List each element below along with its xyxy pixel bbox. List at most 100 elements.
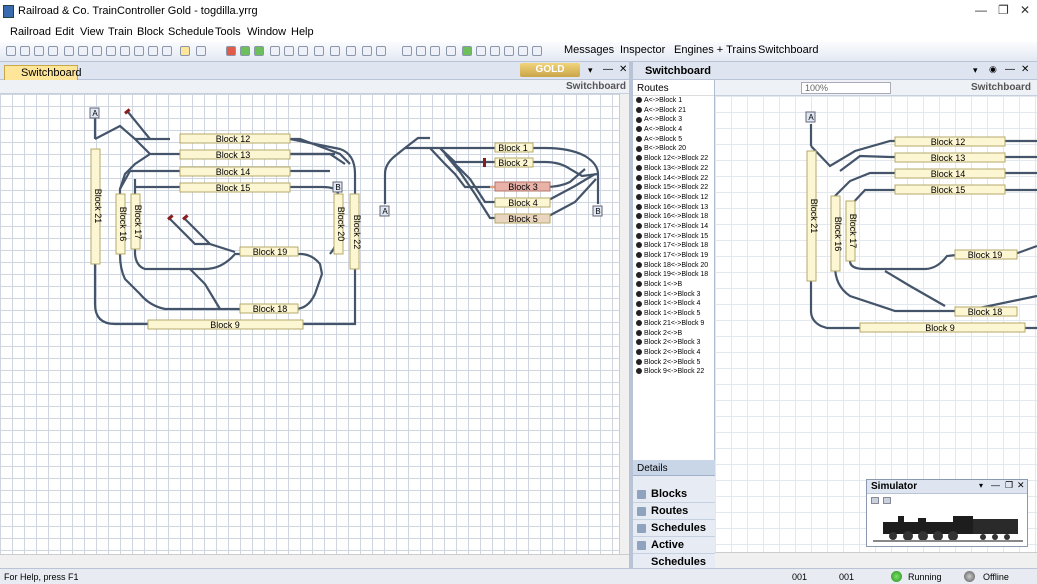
paste-icon[interactable] — [120, 46, 130, 56]
route-item[interactable]: Block 19<->Block 18 — [633, 270, 714, 280]
menu-railroad[interactable]: Railroad — [10, 26, 51, 38]
nav-blocks[interactable]: Blocks — [633, 486, 715, 503]
tool-icon[interactable] — [270, 46, 280, 56]
route-item[interactable]: A<->Block 3 — [633, 115, 714, 125]
close-icon[interactable]: ✕ — [619, 64, 627, 75]
dropdown-icon[interactable]: ▾ — [588, 65, 593, 76]
restore-icon[interactable]: ❐ — [998, 3, 1009, 17]
menu-schedule[interactable]: Schedule — [168, 26, 214, 38]
menu-window[interactable]: Window — [247, 26, 286, 38]
menu-edit[interactable]: Edit — [55, 26, 74, 38]
menu-train[interactable]: Train — [108, 26, 133, 38]
route-item[interactable]: Block 2<->Block 5 — [633, 358, 714, 368]
engines-trains-button[interactable]: Engines + Trains — [674, 44, 756, 56]
tool-icon[interactable] — [314, 46, 324, 56]
inspector-button[interactable]: Inspector — [620, 44, 665, 56]
left-vertical-scrollbar[interactable] — [619, 94, 629, 554]
route-item[interactable]: Block 21<->Block 9 — [633, 319, 714, 329]
route-item[interactable]: Block 1<->Block 3 — [633, 290, 714, 300]
left-horizontal-scrollbar[interactable] — [0, 554, 629, 568]
tool-icon[interactable] — [362, 46, 372, 56]
close-icon[interactable]: ✕ — [1020, 3, 1030, 17]
copy-icon[interactable] — [106, 46, 116, 56]
left-switchboard-canvas[interactable]: Block 12 Block 13 Block 14 Block 15 Bloc… — [0, 94, 629, 554]
delete-icon[interactable] — [134, 46, 144, 56]
route-item[interactable]: Block 16<->Block 12 — [633, 193, 714, 203]
menu-block[interactable]: Block — [137, 26, 164, 38]
route-item[interactable]: Block 17<->Block 15 — [633, 232, 714, 242]
save-icon[interactable] — [34, 46, 44, 56]
route-item[interactable]: A<->Block 4 — [633, 125, 714, 135]
route-item[interactable]: Block 2<->Block 4 — [633, 348, 714, 358]
tool-icon[interactable] — [446, 46, 456, 56]
tool-icon[interactable] — [402, 46, 412, 56]
tool-icon[interactable] — [476, 46, 486, 56]
stop-icon[interactable] — [226, 46, 236, 56]
menu-tools[interactable]: Tools — [215, 26, 241, 38]
cut-icon[interactable] — [92, 46, 102, 56]
pause-icon[interactable] — [883, 497, 891, 504]
tool-icon[interactable] — [284, 46, 294, 56]
tool-icon[interactable] — [196, 46, 206, 56]
tool-icon[interactable] — [504, 46, 514, 56]
route-item[interactable]: Block 1<->Block 4 — [633, 299, 714, 309]
dropdown-icon[interactable]: ▾ — [973, 65, 978, 76]
dropdown-icon[interactable]: ▾ — [979, 481, 983, 490]
tool-icon[interactable] — [254, 46, 264, 56]
tab-switchboard[interactable]: Switchboard — [4, 65, 82, 80]
tool-icon[interactable] — [490, 46, 500, 56]
zoom-select[interactable]: 100% — [801, 82, 891, 94]
minimize-icon[interactable]: — — [603, 64, 613, 75]
tool-icon[interactable] — [532, 46, 542, 56]
tool-icon[interactable] — [162, 46, 172, 56]
route-item[interactable]: Block 2<->B — [633, 329, 714, 339]
tool-icon[interactable] — [518, 46, 528, 56]
print-icon[interactable] — [48, 46, 58, 56]
route-item[interactable]: Block 12<->Block 22 — [633, 154, 714, 164]
tool-icon[interactable] — [346, 46, 356, 56]
tool-icon[interactable] — [462, 46, 472, 56]
go-icon[interactable] — [240, 46, 250, 56]
route-item[interactable]: Block 9<->Block 22 — [633, 367, 714, 377]
nav-routes[interactable]: Routes — [633, 503, 715, 520]
route-item[interactable]: Block 17<->Block 14 — [633, 222, 714, 232]
minimize-icon[interactable]: — — [1005, 64, 1015, 75]
open-icon[interactable] — [20, 46, 30, 56]
tool-icon[interactable] — [330, 46, 340, 56]
route-item[interactable]: B<->Block 20 — [633, 144, 714, 154]
route-item[interactable]: Block 2<->Block 3 — [633, 338, 714, 348]
tool-icon[interactable] — [180, 46, 190, 56]
restore-icon[interactable]: ❐ — [1005, 480, 1013, 491]
route-item[interactable]: Block 16<->Block 18 — [633, 212, 714, 222]
nav-active-schedules[interactable]: Active Schedules — [633, 537, 715, 568]
tool-icon[interactable] — [376, 46, 386, 56]
redo-icon[interactable] — [78, 46, 88, 56]
tool-icon[interactable] — [148, 46, 158, 56]
right-horizontal-scrollbar[interactable] — [715, 552, 1037, 568]
route-item[interactable]: Block 1<->Block 5 — [633, 309, 714, 319]
route-item[interactable]: Block 16<->Block 13 — [633, 203, 714, 213]
menu-help[interactable]: Help — [291, 26, 314, 38]
pin-icon[interactable]: ◉ — [989, 64, 997, 75]
menu-view[interactable]: View — [80, 26, 104, 38]
route-item[interactable]: A<->Block 5 — [633, 135, 714, 145]
route-item[interactable]: Block 13<->Block 22 — [633, 164, 714, 174]
close-icon[interactable]: ✕ — [1021, 64, 1029, 75]
route-item[interactable]: Block 15<->Block 22 — [633, 183, 714, 193]
undo-icon[interactable] — [64, 46, 74, 56]
tool-icon[interactable] — [298, 46, 308, 56]
play-icon[interactable] — [871, 497, 879, 504]
messages-button[interactable]: Messages — [564, 44, 614, 56]
minimize-icon[interactable]: — — [991, 480, 1000, 490]
new-icon[interactable] — [6, 46, 16, 56]
details-header[interactable]: Details — [633, 460, 715, 476]
minimize-icon[interactable]: — — [975, 3, 987, 17]
route-item[interactable]: Block 18<->Block 20 — [633, 261, 714, 271]
route-item[interactable]: Block 17<->Block 18 — [633, 241, 714, 251]
close-icon[interactable]: ✕ — [1017, 480, 1025, 491]
route-item[interactable]: Block 14<->Block 22 — [633, 174, 714, 184]
route-item[interactable]: Block 1<->B — [633, 280, 714, 290]
tool-icon[interactable] — [416, 46, 426, 56]
route-item[interactable]: Block 17<->Block 19 — [633, 251, 714, 261]
route-item[interactable]: A<->Block 1 — [633, 96, 714, 106]
